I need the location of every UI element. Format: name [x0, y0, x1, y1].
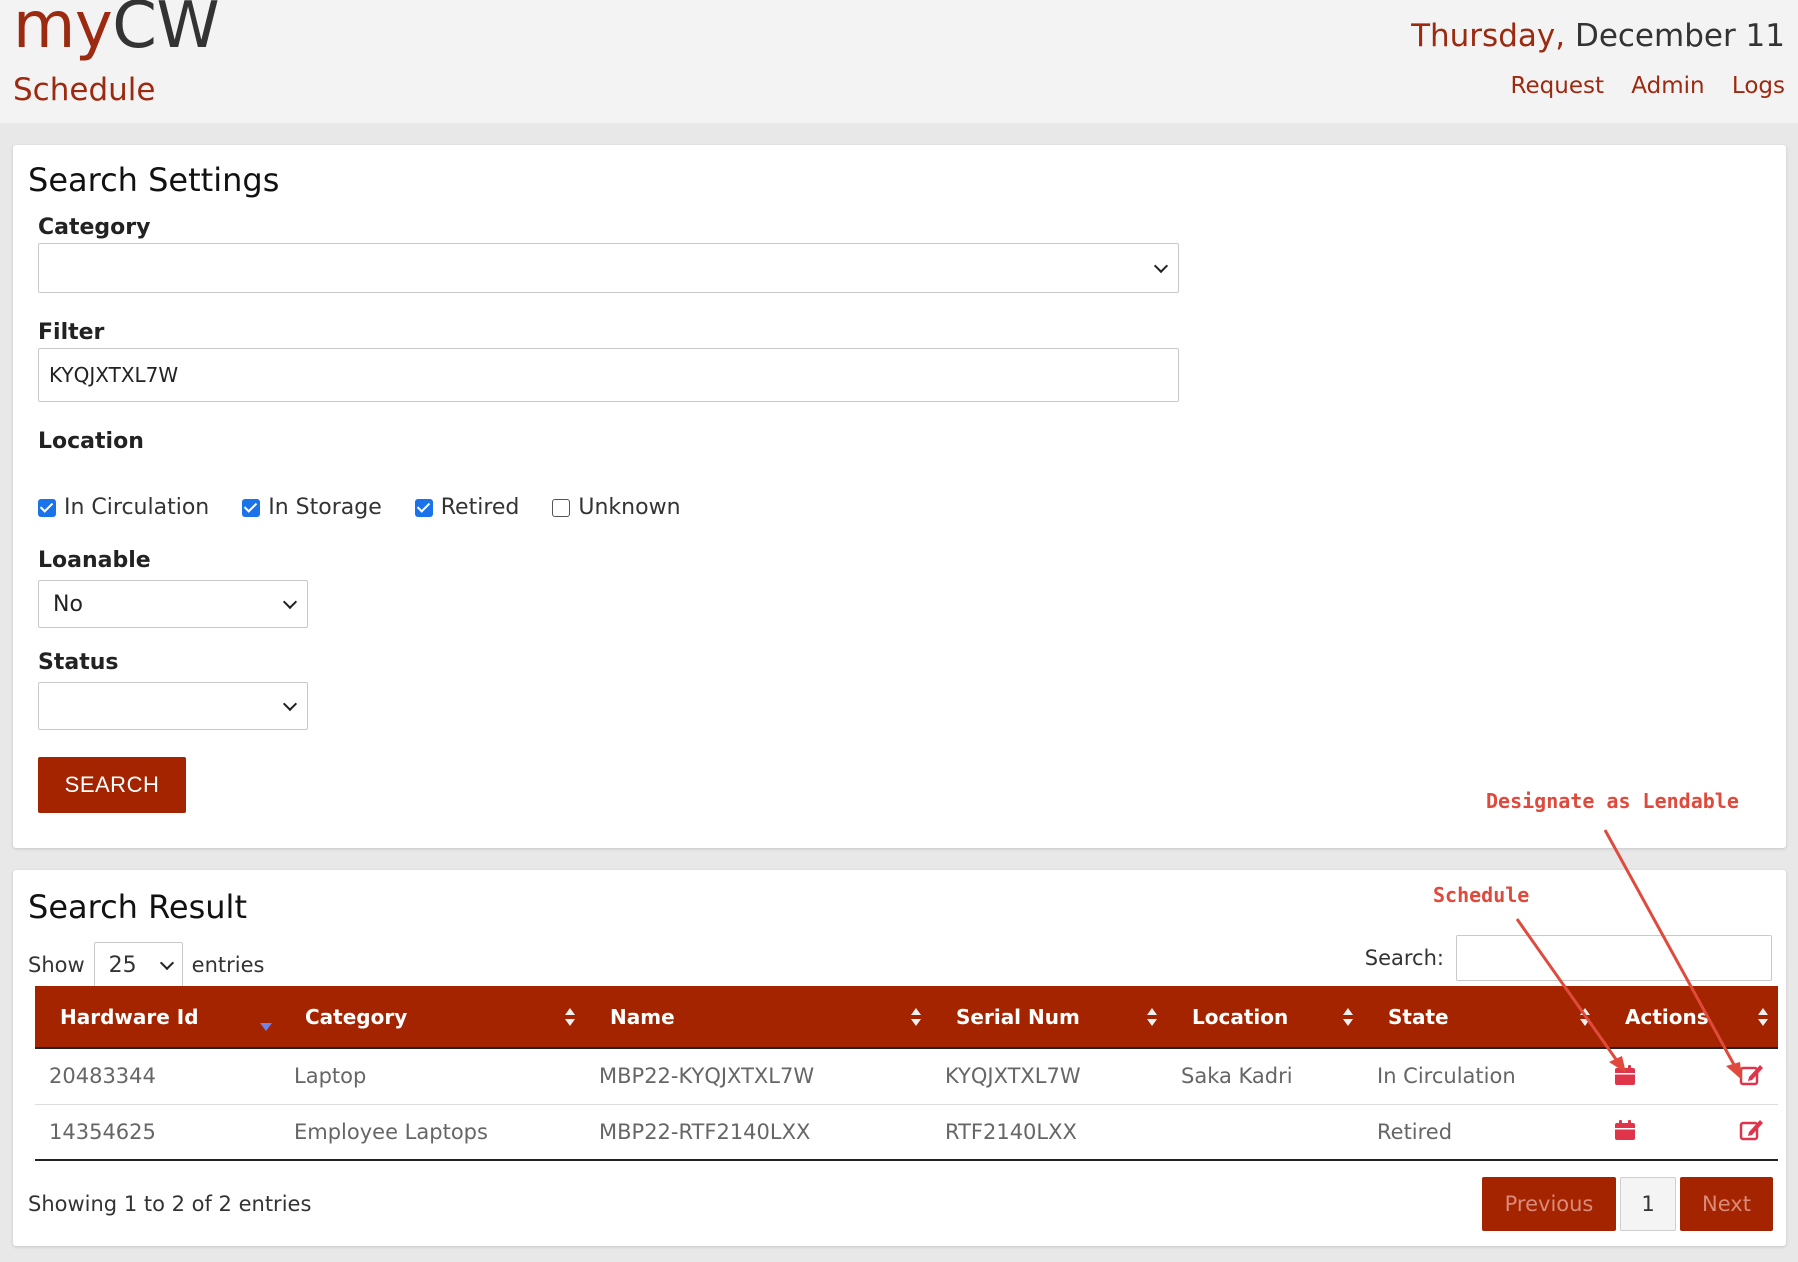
- schedule-arrowhead: [1609, 1056, 1626, 1073]
- lendable-arrowhead: [1726, 1062, 1742, 1080]
- schedule-arrow: [1515, 918, 1622, 1066]
- annotation-arrows: [1515, 829, 1742, 1080]
- lendable-arrow: [1603, 829, 1740, 1073]
